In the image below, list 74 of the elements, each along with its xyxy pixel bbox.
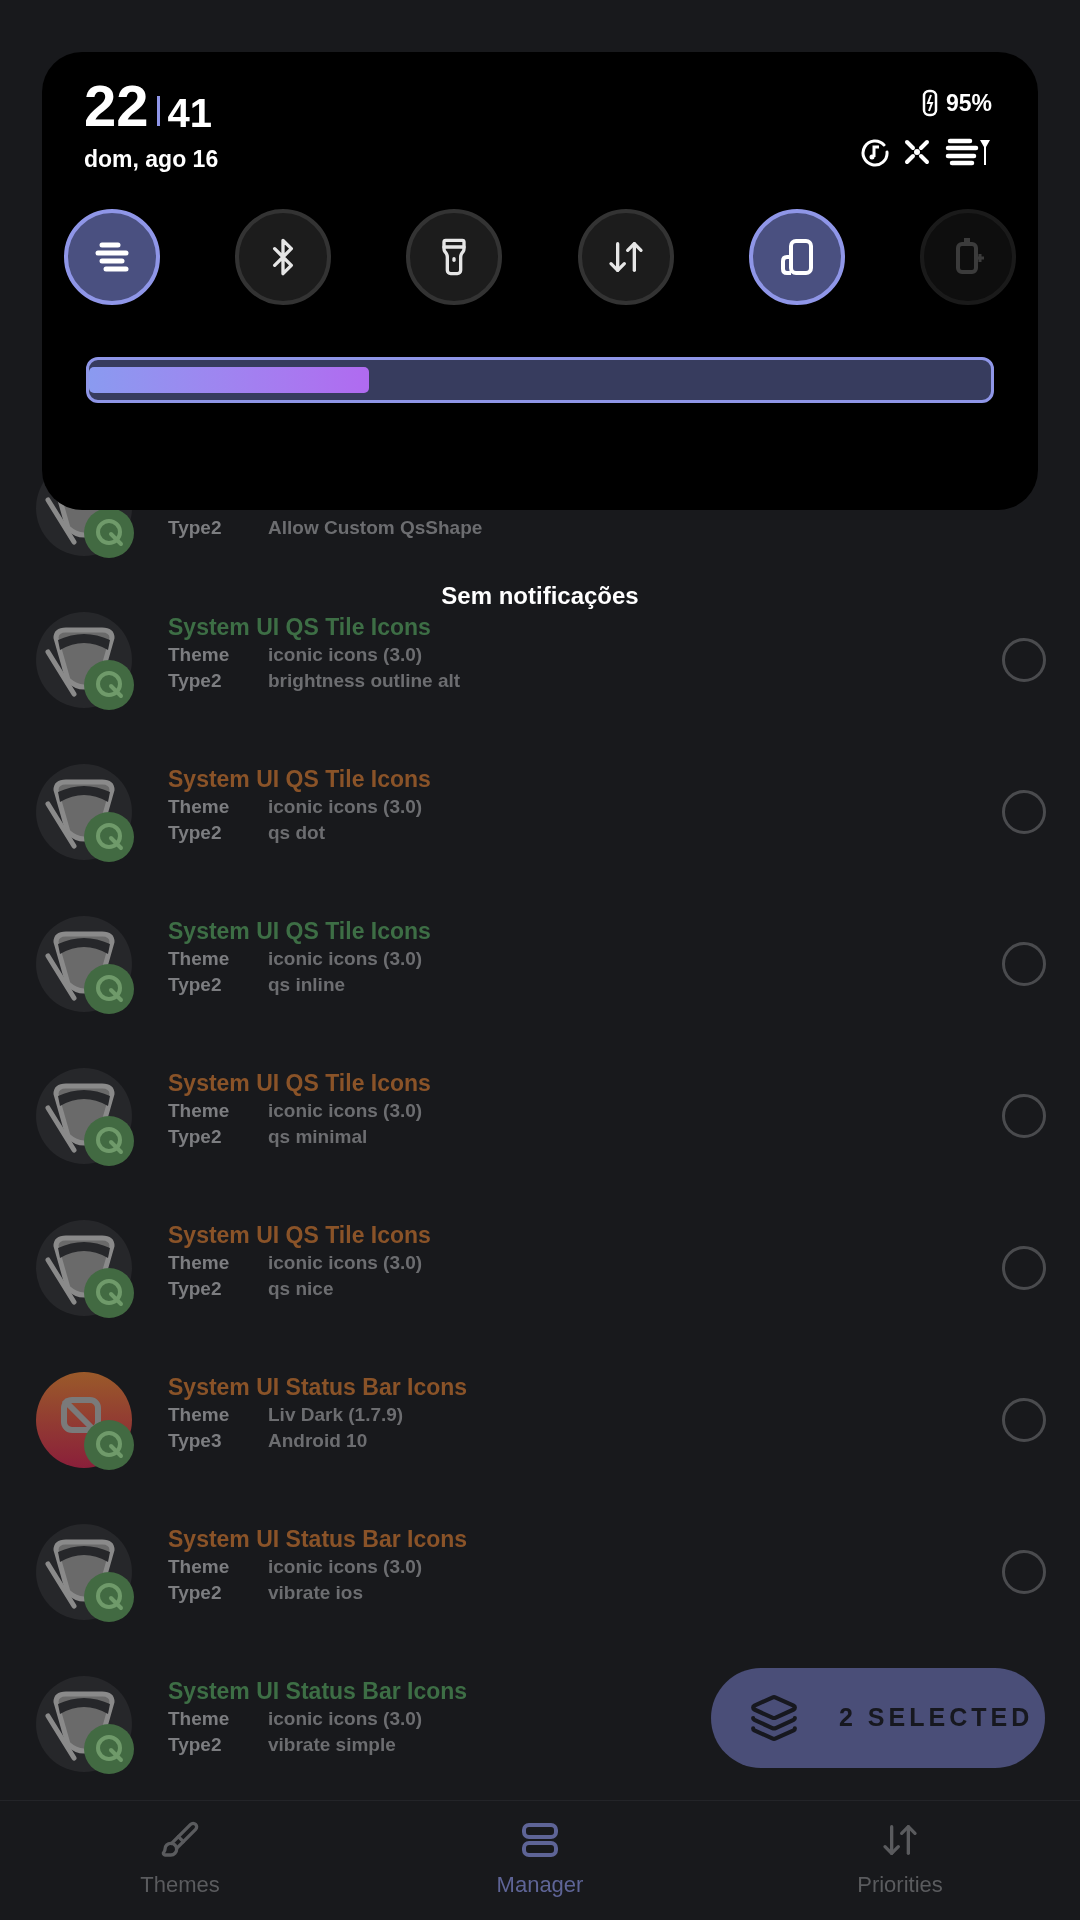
brush-icon <box>160 1820 200 1860</box>
field-value: iconic icons (3.0) <box>268 643 423 667</box>
brightness-slider[interactable] <box>86 356 994 403</box>
radio-button[interactable] <box>1002 638 1046 682</box>
field-label: Type2 <box>168 1581 223 1605</box>
signal-bars-icon <box>944 136 992 167</box>
field-label: Theme <box>168 1251 231 1275</box>
clock-hours: 22 <box>84 76 149 136</box>
field-label: Type2 <box>168 821 223 845</box>
date-text: dom, ago 16 <box>84 145 219 174</box>
field-label: Theme <box>168 1099 231 1123</box>
android-q-badge-icon <box>84 1116 134 1166</box>
battery-percent: 95% <box>945 89 992 118</box>
field-value: vibrate ios <box>268 1581 364 1605</box>
field-value: iconic icons (3.0) <box>268 1099 423 1123</box>
radio-button[interactable] <box>1002 1398 1046 1442</box>
android-q-badge-icon <box>84 812 134 862</box>
field-label: Type2 <box>168 973 223 997</box>
field-value: iconic icons (3.0) <box>268 795 423 819</box>
field-label: Theme <box>168 1555 231 1579</box>
radio-button[interactable] <box>1002 790 1046 834</box>
nav-tab[interactable]: Themes <box>0 1801 360 1920</box>
field-label: Theme <box>168 947 231 971</box>
android-q-badge-icon <box>84 508 134 558</box>
field-label: Theme <box>168 1707 231 1731</box>
field-label: Type2 <box>168 1277 223 1301</box>
field-value: iconic icons (3.0) <box>268 947 423 971</box>
layers-icon <box>749 1693 799 1743</box>
field-value: vibrate simple <box>268 1733 396 1757</box>
nav-tab[interactable]: Priorities <box>720 1801 1080 1920</box>
item-title: System UI QS Tile Icons <box>168 1069 432 1098</box>
field-value: qs nice <box>268 1277 334 1301</box>
music-circle-icon <box>860 136 890 167</box>
field-label: Theme <box>168 1403 231 1427</box>
android-q-badge-icon <box>84 660 134 710</box>
clock-minutes: 41 <box>167 90 212 136</box>
radio-button[interactable] <box>1002 1550 1046 1594</box>
battery-icon <box>921 89 938 118</box>
item-title: System UI Status Bar Icons <box>168 1373 469 1402</box>
android-q-badge-icon <box>84 1420 134 1470</box>
field-label: Theme <box>168 643 231 667</box>
field-label: Type2 <box>168 516 223 540</box>
field-label: Type2 <box>168 1733 223 1757</box>
field-label: Type2 <box>168 669 223 693</box>
item-title: System UI QS Tile Icons <box>168 765 432 794</box>
field-label: Theme <box>168 795 231 819</box>
radio-button[interactable] <box>1002 942 1046 986</box>
field-label: Type2 <box>168 1125 223 1149</box>
android-q-badge-icon <box>84 964 134 1014</box>
field-value: Android 10 <box>268 1429 368 1453</box>
android-q-badge-icon <box>84 1268 134 1318</box>
field-value: Liv Dark (1.7.9) <box>268 1403 404 1427</box>
item-title: System UI QS Tile Icons <box>168 917 432 946</box>
nav-tab[interactable]: Manager <box>360 1801 720 1920</box>
android-q-badge-icon <box>84 1724 134 1774</box>
field-value: iconic icons (3.0) <box>268 1251 423 1275</box>
item-title: System UI QS Tile Icons <box>168 613 432 642</box>
android-q-badge-icon <box>84 1572 134 1622</box>
empty-notifications-text: Sem notificações <box>440 581 640 611</box>
field-value: iconic icons (3.0) <box>268 1555 423 1579</box>
radio-button[interactable] <box>1002 1246 1046 1290</box>
stacked-rows-icon <box>520 1820 560 1860</box>
field-value: qs minimal <box>268 1125 368 1149</box>
field-label: Type3 <box>168 1429 223 1453</box>
selected-count-button[interactable]: 2 SELECTED <box>711 1668 1045 1768</box>
field-value: Allow Custom QsShape <box>268 516 483 540</box>
field-value: iconic icons (3.0) <box>268 1707 423 1731</box>
field-value: qs inline <box>268 973 346 997</box>
item-title: System UI QS Tile Icons <box>168 1221 432 1250</box>
field-value: qs dot <box>268 821 325 845</box>
radio-button[interactable] <box>1002 1094 1046 1138</box>
item-title: System UI Status Bar Icons <box>168 1525 469 1554</box>
item-title: System UI Status Bar Icons <box>168 1677 469 1706</box>
field-value: brightness outline alt <box>268 669 461 693</box>
